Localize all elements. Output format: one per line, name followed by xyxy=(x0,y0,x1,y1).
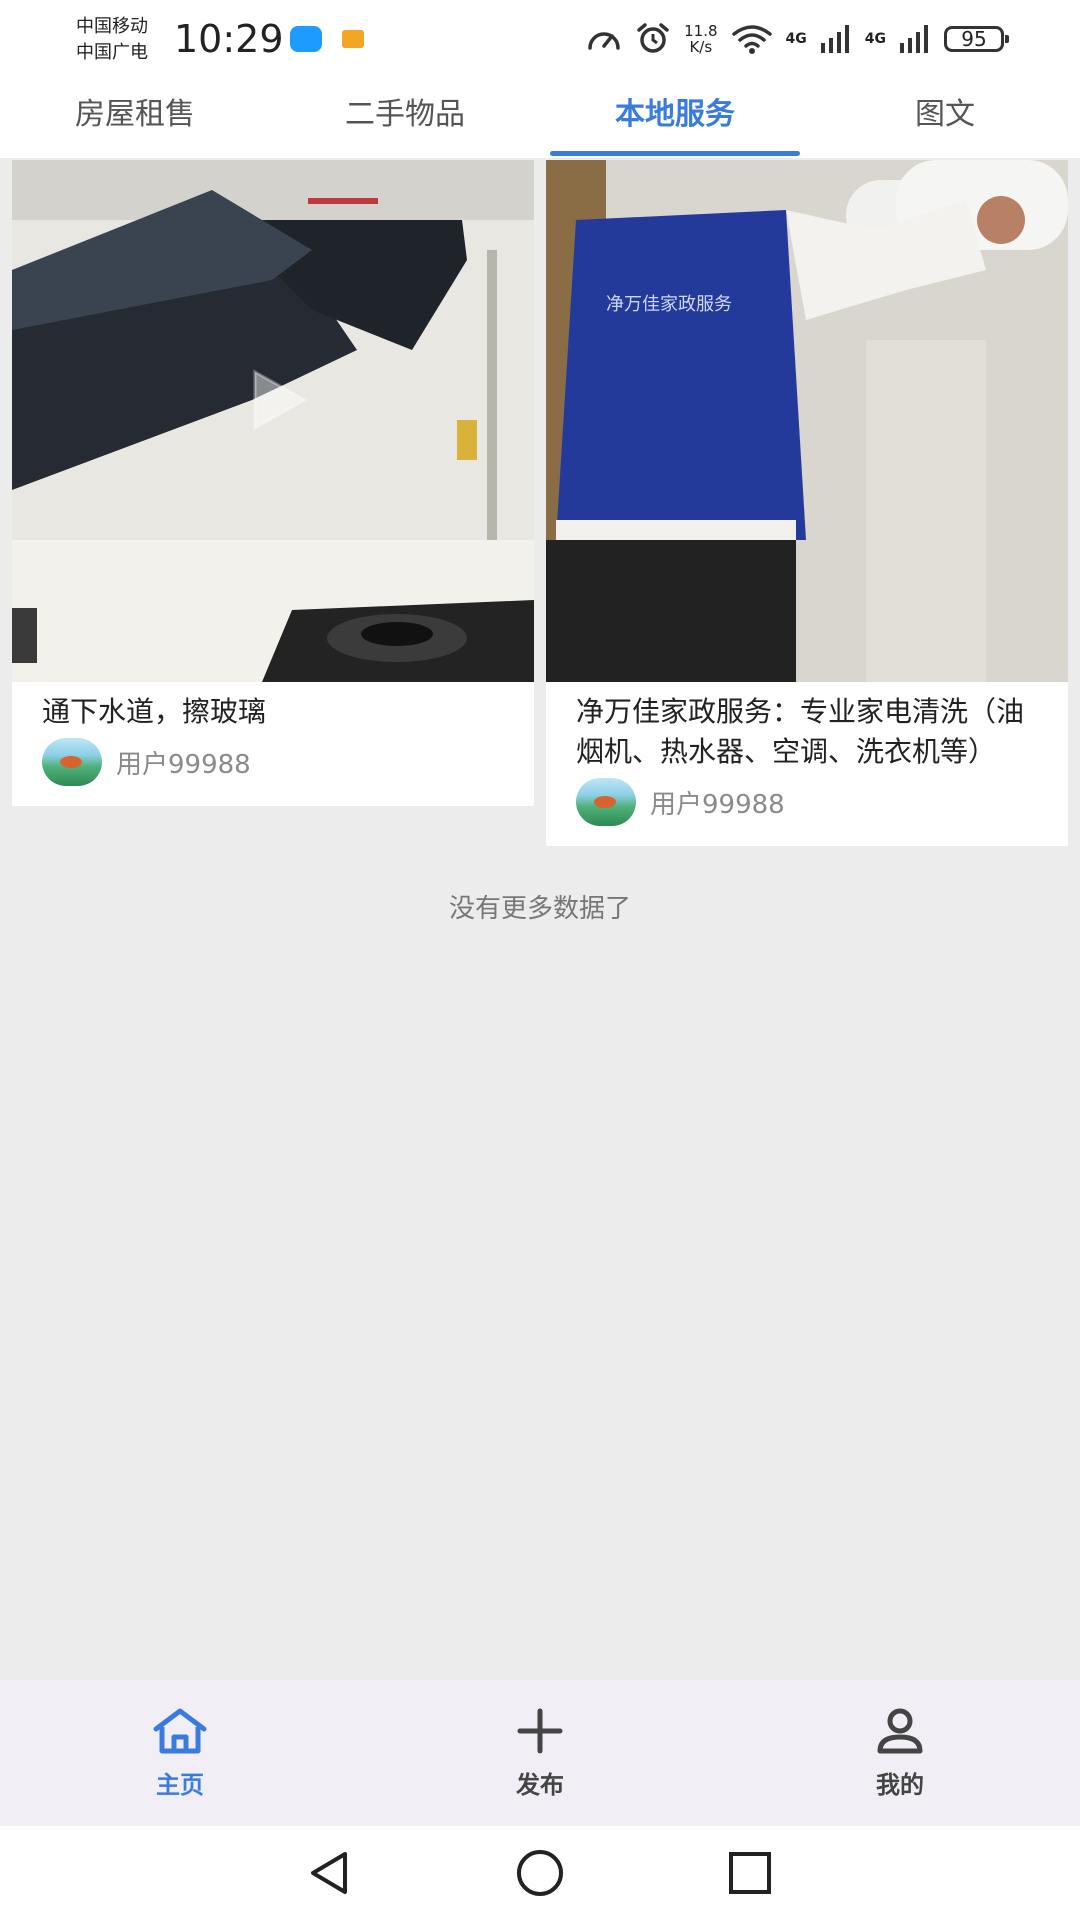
tab-second-hand[interactable]: 二手物品 xyxy=(270,78,540,158)
carrier-info: 中国移动 中国广电 xyxy=(76,14,148,66)
battery-indicator: 95 xyxy=(944,26,1009,52)
play-icon[interactable] xyxy=(237,360,317,440)
svg-text:净万佳家政服务: 净万佳家政服务 xyxy=(606,294,732,315)
post-card[interactable]: 通下水道，擦玻璃 用户99988 xyxy=(12,160,534,806)
network-type-1: 4G xyxy=(785,31,807,47)
network-speed-value: 11.8 xyxy=(684,22,718,40)
plus-icon xyxy=(517,1708,563,1753)
status-bar: 中国移动 中国广电 10:29 11.8 K/s 4G 4G 95 xyxy=(0,0,1080,78)
bottom-navigation: 主页 发布 我的 xyxy=(0,1680,1080,1826)
system-navigation-bar xyxy=(0,1826,1080,1920)
nav-home[interactable]: 主页 xyxy=(0,1680,360,1826)
post-meta: 用户99988 xyxy=(576,778,1038,826)
user-icon xyxy=(877,1708,923,1753)
no-more-data-text: 没有更多数据了 xyxy=(448,894,631,924)
speedometer-icon xyxy=(588,32,620,50)
avatar xyxy=(576,778,636,826)
app-notification-icon xyxy=(342,30,364,48)
signal-icon-2 xyxy=(900,25,928,53)
clock: 10:29 xyxy=(174,17,284,61)
wifi-icon xyxy=(731,25,772,54)
post-meta: 用户99988 xyxy=(42,738,504,786)
network-speed-unit: K/s xyxy=(689,38,713,56)
carrier-2: 中国广电 xyxy=(76,42,148,63)
network-speed: 11.8 K/s xyxy=(684,23,717,55)
tab-image-text[interactable]: 图文 xyxy=(810,78,1080,158)
post-thumbnail-kitchen[interactable] xyxy=(12,160,534,682)
home-circle-icon[interactable] xyxy=(515,1848,565,1898)
carrier-1: 中国移动 xyxy=(76,16,148,37)
author-name: 用户99988 xyxy=(650,789,785,820)
recent-apps-icon[interactable] xyxy=(725,1848,775,1898)
nav-publish[interactable]: 发布 xyxy=(360,1680,720,1826)
nav-home-label: 主页 xyxy=(156,1770,204,1799)
alarm-icon xyxy=(637,23,669,53)
technician-photo: 净万佳家政服务 xyxy=(546,160,1068,682)
nav-publish-label: 发布 xyxy=(516,1770,564,1799)
nav-profile-label: 我的 xyxy=(876,1770,924,1799)
author-name: 用户99988 xyxy=(116,749,251,780)
message-notification-icon xyxy=(290,26,322,52)
home-icon xyxy=(153,1708,207,1753)
avatar xyxy=(42,738,102,786)
signal-icon-1 xyxy=(820,25,849,53)
post-title: 净万佳家政服务：专业家电清洗（油烟机、热水器、空调、洗衣机等） xyxy=(576,695,1025,768)
category-tabs: 房屋租售 二手物品 本地服务 图文 xyxy=(0,78,1080,158)
tab-local-services[interactable]: 本地服务 xyxy=(540,78,810,158)
post-thumbnail-technician[interactable]: 净万佳家政服务 xyxy=(546,160,1068,682)
back-icon[interactable] xyxy=(305,1848,355,1898)
status-icons: 11.8 K/s 4G 4G 95 xyxy=(586,14,1009,64)
post-title: 通下水道，擦玻璃 xyxy=(42,695,267,728)
tab-house-rental[interactable]: 房屋租售 xyxy=(0,78,270,158)
network-type-2: 4G xyxy=(864,31,886,47)
post-card[interactable]: 净万佳家政服务 净万佳家政服务：专业家电清洗（油烟机、热水器、空调、洗衣机等） … xyxy=(546,160,1068,846)
nav-profile[interactable]: 我的 xyxy=(720,1680,1080,1826)
